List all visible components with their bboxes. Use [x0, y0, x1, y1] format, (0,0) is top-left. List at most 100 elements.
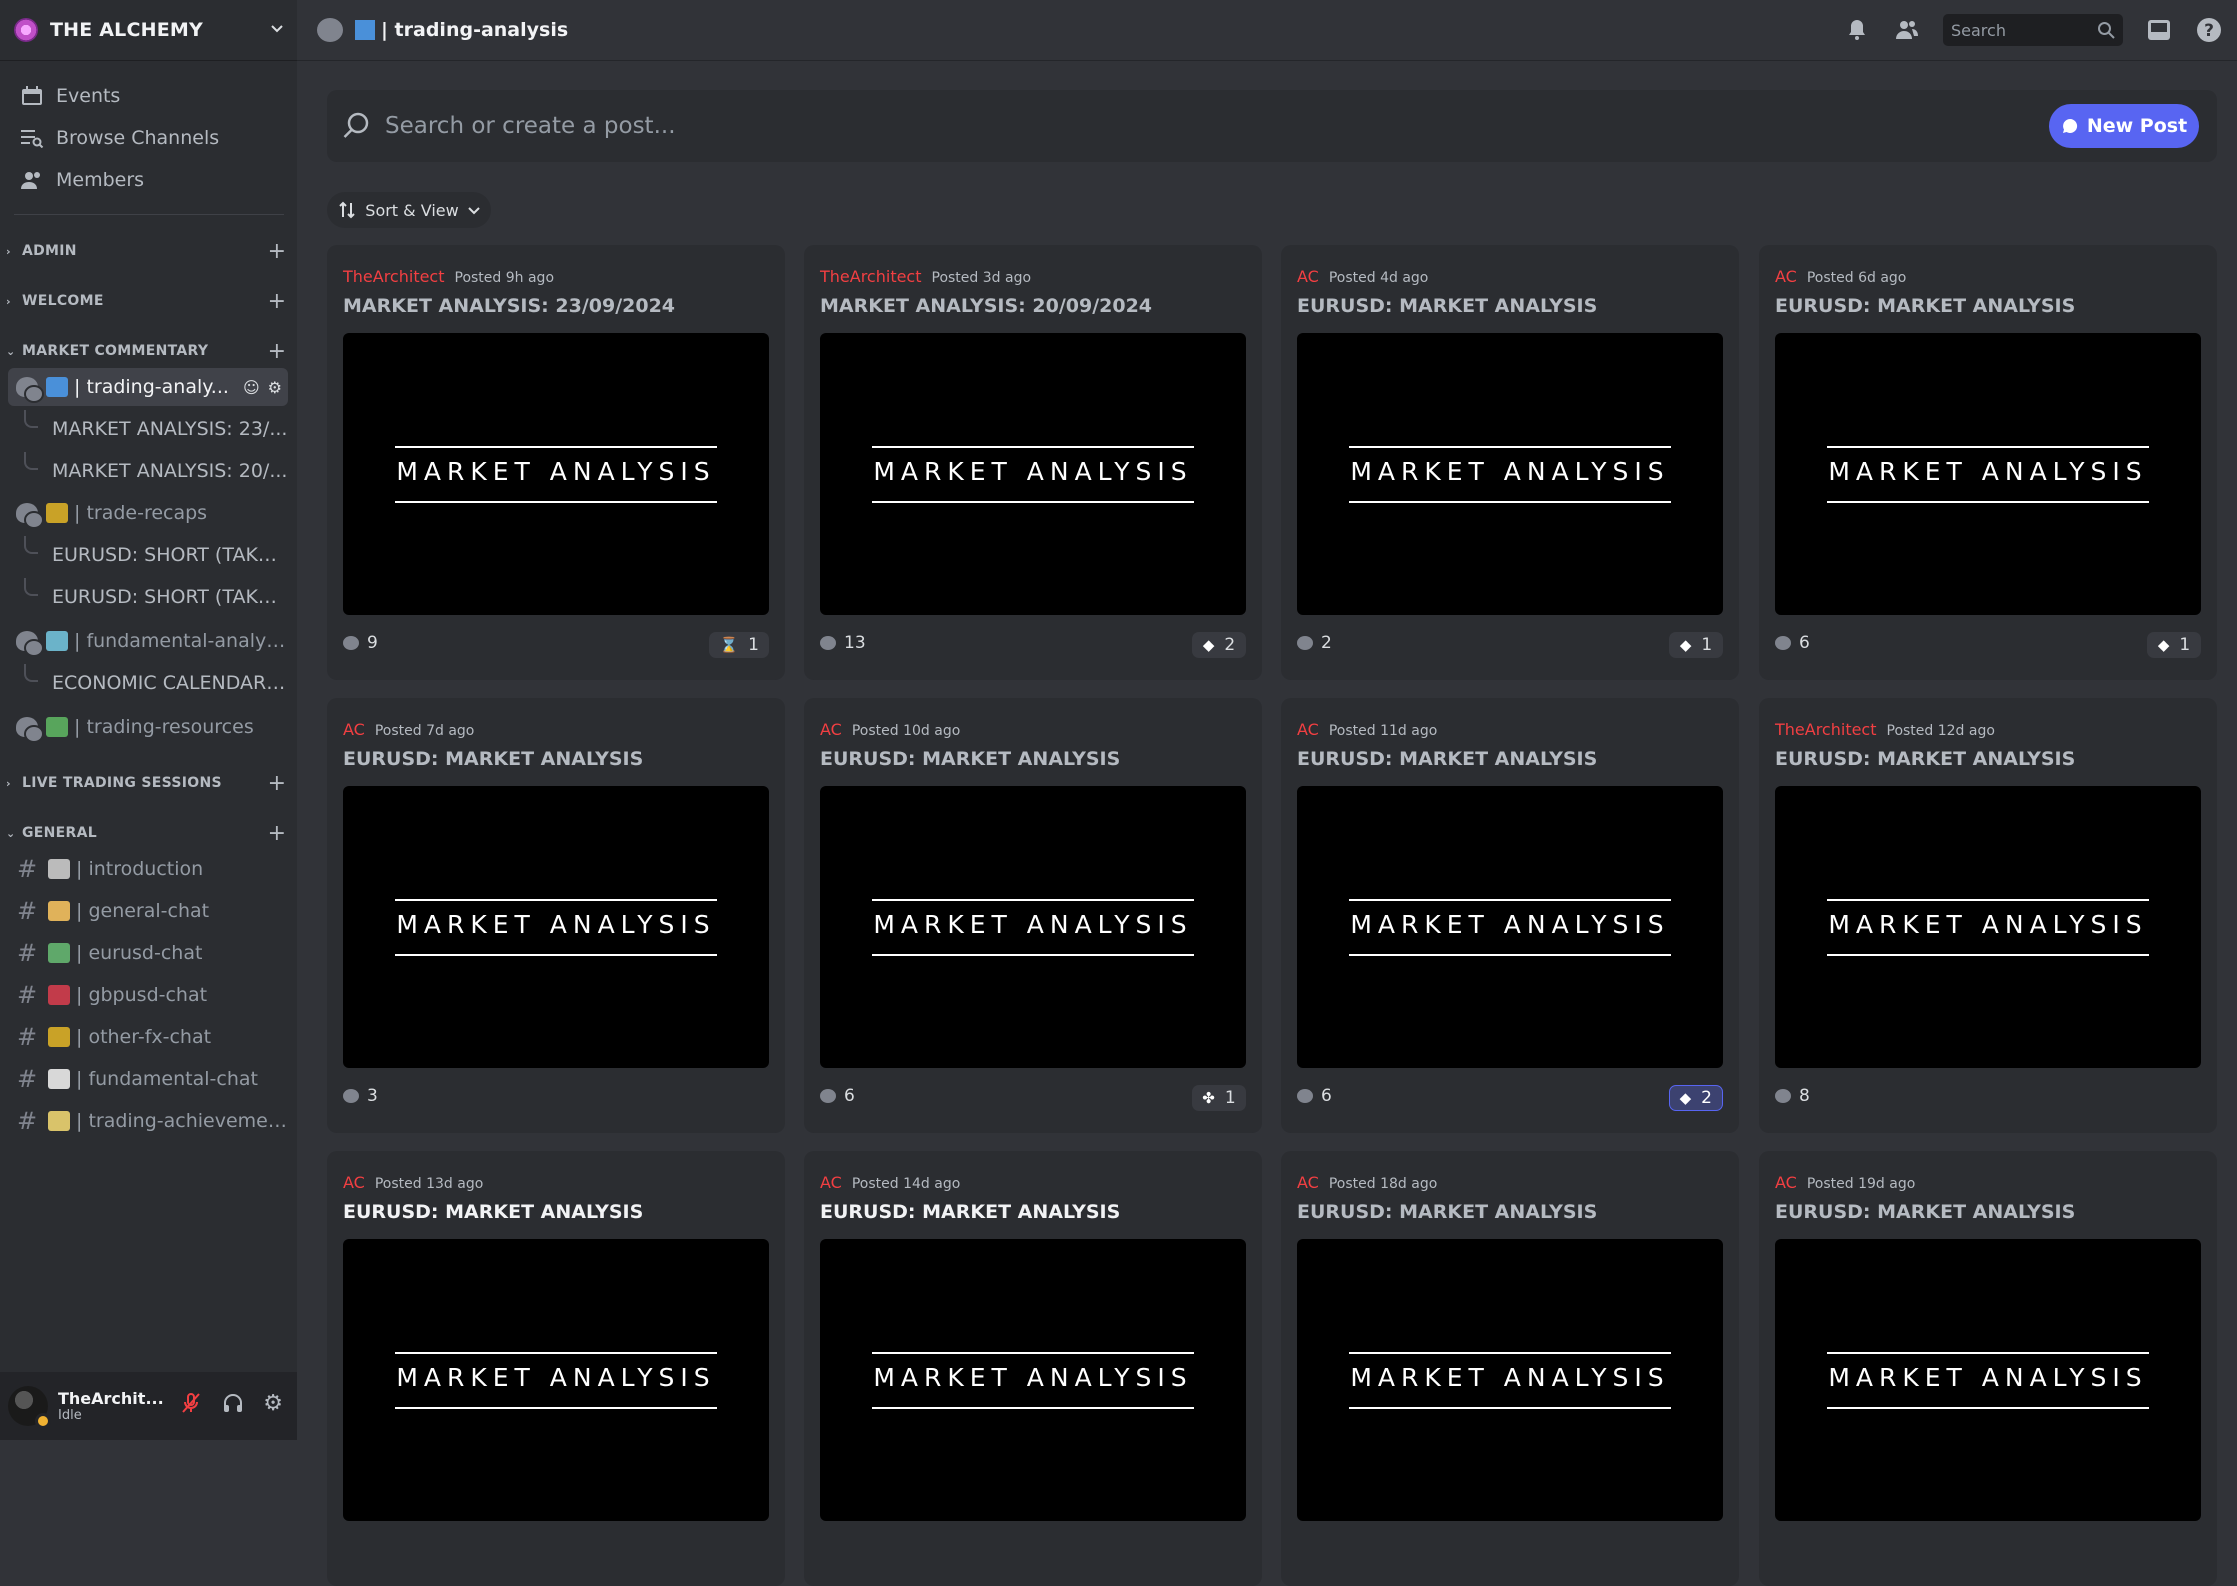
- post-time: Posted 19d ago: [1806, 1176, 1916, 1192]
- create-channel-plus-icon[interactable]: +: [257, 771, 297, 796]
- post-card[interactable]: AC Posted 7d ago EURUSD: MARKET ANALYSIS MA…: [327, 698, 785, 1133]
- flag-emoji-icon: [48, 985, 70, 1005]
- post-author[interactable]: AC: [1297, 267, 1319, 286]
- member-list-icon[interactable]: [1893, 16, 1921, 44]
- channel-introduction[interactable]: # | introduction: [8, 850, 288, 888]
- post-time: Posted 11d ago: [1328, 723, 1438, 739]
- user-settings-gear-icon[interactable]: ⚙: [263, 1391, 283, 1421]
- create-channel-plus-icon[interactable]: +: [257, 821, 297, 846]
- post-meta: AC Posted 11d ago: [1297, 720, 1437, 739]
- post-card[interactable]: AC Posted 18d ago EURUSD: MARKET ANALYSIS M…: [1281, 1151, 1739, 1586]
- post-card[interactable]: AC Posted 11d ago EURUSD: MARKET ANALYSIS M…: [1281, 698, 1739, 1133]
- channel-eurusd-chat[interactable]: # | eurusd-chat: [8, 934, 288, 972]
- nav-events[interactable]: Events: [8, 76, 288, 116]
- post-card[interactable]: AC Posted 4d ago EURUSD: MARKET ANALYSIS MA…: [1281, 245, 1739, 680]
- reaction-button[interactable]: ◆ 1: [1669, 632, 1723, 658]
- thumbnail-text: MARKET ANALYSIS: [396, 910, 716, 939]
- category-welcome[interactable]: › WELCOME +: [0, 286, 297, 316]
- post-card[interactable]: AC Posted 10d ago EURUSD: MARKET ANALYSIS M…: [804, 698, 1262, 1133]
- reaction-button[interactable]: ◆ 2: [1668, 1085, 1723, 1111]
- post-card[interactable]: AC Posted 13d ago EURUSD: MARKET ANALYSIS M…: [327, 1151, 785, 1586]
- avatar[interactable]: [8, 1386, 51, 1429]
- sort-arrows-icon: [339, 201, 355, 219]
- channel-trading-resources[interactable]: | trading-resources: [8, 708, 288, 746]
- post-author[interactable]: TheArchitect: [1775, 720, 1877, 739]
- channel-fundamental-analysis[interactable]: | fundamental-analysis: [8, 622, 288, 660]
- channel-trade-recaps[interactable]: | trade-recaps: [8, 494, 288, 532]
- post-title: EURUSD: MARKET ANALYSIS: [820, 748, 1121, 770]
- channel-trading-achievements[interactable]: # | trading-achievemen...: [8, 1102, 288, 1140]
- post-author[interactable]: AC: [343, 720, 365, 739]
- post-author[interactable]: AC: [1775, 267, 1797, 286]
- reaction-button[interactable]: ✤ 1: [1192, 1085, 1246, 1111]
- nav-browse-channels[interactable]: Browse Channels: [8, 118, 288, 158]
- category-live-trading-sessions[interactable]: › LIVE TRADING SESSIONS +: [0, 768, 297, 798]
- post-card[interactable]: AC Posted 14d ago EURUSD: MARKET ANALYSIS M…: [804, 1151, 1262, 1586]
- post-author[interactable]: AC: [1297, 720, 1319, 739]
- user-meta[interactable]: TheArchit... Idle: [58, 1389, 179, 1423]
- nav-members[interactable]: Members: [8, 160, 288, 200]
- post-author[interactable]: TheArchitect: [343, 267, 445, 286]
- channel-title: | trading-analysis: [381, 19, 569, 41]
- post-card[interactable]: AC Posted 19d ago EURUSD: MARKET ANALYSIS M…: [1759, 1151, 2217, 1586]
- help-icon[interactable]: ?: [2195, 16, 2223, 44]
- post-title: EURUSD: MARKET ANALYSIS: [343, 1201, 644, 1223]
- reaction-button[interactable]: ⌛ 1: [709, 632, 769, 658]
- comment-bubble-icon: [1775, 1089, 1791, 1103]
- headphones-icon[interactable]: [221, 1391, 245, 1421]
- thumbnail-rule: [1827, 1352, 2149, 1354]
- channel-gbpusd-chat[interactable]: # | gbpusd-chat: [8, 976, 288, 1014]
- post-time: Posted 9h ago: [454, 270, 555, 286]
- category-label: MARKET COMMENTARY: [22, 343, 209, 359]
- forum-icon: [16, 503, 44, 529]
- channel-name: | trading-analy...: [74, 376, 229, 398]
- category-market-commentary[interactable]: ⌄ MARKET COMMENTARY +: [0, 336, 297, 366]
- post-author[interactable]: AC: [343, 1173, 365, 1192]
- gear-icon[interactable]: ⚙: [268, 378, 282, 397]
- create-channel-plus-icon[interactable]: +: [257, 289, 297, 314]
- reaction-button[interactable]: ◆ 2: [1192, 632, 1246, 658]
- thread-item[interactable]: MARKET ANALYSIS: 20/...: [24, 452, 288, 490]
- add-member-icon[interactable]: ☺: [243, 378, 260, 397]
- post-author[interactable]: TheArchitect: [820, 267, 922, 286]
- category-label: GENERAL: [22, 825, 97, 841]
- post-title: EURUSD: MARKET ANALYSIS: [1775, 295, 2076, 317]
- post-card[interactable]: TheArchitect Posted 9h ago MARKET ANALYSIS…: [327, 245, 785, 680]
- channel-other-fx-chat[interactable]: # | other-fx-chat: [8, 1018, 288, 1056]
- sort-view-button[interactable]: Sort & View: [327, 192, 491, 228]
- create-channel-plus-icon[interactable]: +: [257, 239, 297, 264]
- category-general[interactable]: ⌄ GENERAL +: [0, 818, 297, 848]
- post-author[interactable]: AC: [1297, 1173, 1319, 1192]
- thread-item[interactable]: ECONOMIC CALENDAR ...: [24, 664, 288, 702]
- thread-item[interactable]: EURUSD: SHORT (TAKEN): [24, 578, 288, 616]
- thumbnail-text: MARKET ANALYSIS: [873, 910, 1193, 939]
- create-channel-plus-icon[interactable]: +: [257, 339, 297, 364]
- microphone-muted-icon[interactable]: [179, 1391, 203, 1421]
- new-post-button[interactable]: New Post: [2049, 104, 2199, 148]
- caret-down-icon: ⌄: [6, 826, 16, 840]
- post-author[interactable]: AC: [820, 1173, 842, 1192]
- post-card[interactable]: AC Posted 6d ago EURUSD: MARKET ANALYSIS MA…: [1759, 245, 2217, 680]
- bell-icon[interactable]: [1843, 16, 1871, 44]
- post-author[interactable]: AC: [1775, 1173, 1797, 1192]
- inbox-icon[interactable]: [2145, 16, 2173, 44]
- server-name: THE ALCHEMY: [50, 19, 203, 41]
- channel-trading-analysis[interactable]: | trading-analy... ☺ ⚙: [8, 368, 288, 406]
- thread-item[interactable]: MARKET ANALYSIS: 23/...: [24, 410, 288, 448]
- post-card[interactable]: TheArchitect Posted 3d ago MARKET ANALYSIS…: [804, 245, 1262, 680]
- forum-search-bar[interactable]: Search or create a post... New Post: [327, 90, 2217, 162]
- post-card[interactable]: TheArchitect Posted 12d ago EURUSD: MARKET…: [1759, 698, 2217, 1133]
- thread-item[interactable]: EURUSD: SHORT (TAKEN): [24, 536, 288, 574]
- thread-spine: [24, 410, 38, 428]
- header-search-input[interactable]: Search: [1943, 14, 2123, 46]
- thumbnail-rule: [1827, 501, 2149, 503]
- reaction-button[interactable]: ◆ 1: [2147, 632, 2201, 658]
- channel-fundamental-chat[interactable]: # | fundamental-chat: [8, 1060, 288, 1098]
- thread-name: EURUSD: SHORT (TAKEN): [52, 586, 288, 608]
- post-author[interactable]: AC: [820, 720, 842, 739]
- channel-general-chat[interactable]: # | general-chat: [8, 892, 288, 930]
- server-header[interactable]: THE ALCHEMY: [0, 0, 297, 60]
- caret-down-icon: ⌄: [6, 344, 16, 358]
- post-time: Posted 6d ago: [1806, 270, 1907, 286]
- category-admin[interactable]: › ADMIN +: [0, 236, 297, 266]
